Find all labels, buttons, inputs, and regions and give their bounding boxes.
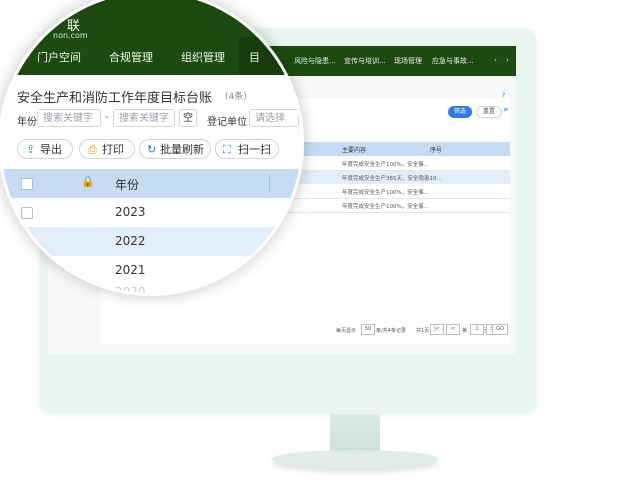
print-icon: ⎙ bbox=[88, 143, 97, 156]
column-header-index: 序号 bbox=[430, 147, 443, 154]
nav-prev-icon[interactable]: ‹ bbox=[494, 56, 497, 64]
column-header-year: 年份 bbox=[115, 178, 140, 192]
lock-icon: 🔒 bbox=[81, 175, 95, 188]
reset-button[interactable]: 重置 bbox=[476, 106, 502, 118]
scan-button[interactable]: ⛶ 扫一扫 bbox=[215, 139, 279, 159]
per-page-select[interactable]: 50 bbox=[361, 324, 375, 335]
go-button[interactable]: GO bbox=[492, 324, 508, 335]
table-row[interactable]: 2023 bbox=[1, 198, 301, 227]
expand-icon[interactable]: » bbox=[503, 105, 509, 115]
prev-page-button[interactable]: < bbox=[446, 324, 460, 335]
filter-button[interactable]: 筛选 bbox=[448, 106, 472, 118]
column-divider bbox=[269, 174, 270, 193]
year-filter-label: 年份 bbox=[17, 117, 37, 128]
row-year: 2023 bbox=[115, 205, 146, 219]
nav-next-icon[interactable]: › bbox=[506, 56, 509, 64]
clear-year-button[interactable]: 空 bbox=[179, 109, 197, 127]
monitor-base bbox=[272, 450, 438, 468]
help-icon[interactable]: ? bbox=[502, 92, 505, 99]
zoomed-table-header: 🔒 年份 bbox=[1, 169, 301, 198]
table-row[interactable]: 2021 bbox=[1, 256, 301, 285]
nav-item-organization[interactable]: 组织管理 bbox=[181, 49, 225, 65]
table-row[interactable]: 2022 bbox=[1, 227, 301, 256]
nav-item-compliance[interactable]: 合规管理 bbox=[109, 49, 153, 65]
nav-item-site[interactable]: 现场管理 bbox=[394, 56, 422, 66]
record-count: (4条) bbox=[225, 92, 247, 102]
unit-select[interactable]: 请选择 bbox=[249, 109, 299, 127]
export-icon: ⇪ bbox=[26, 143, 36, 156]
row-checkbox[interactable] bbox=[21, 207, 33, 219]
magnifier-lens: 联 non.com 门户空间 合规管理 组织管理 目 安全生产和消防工作年度目标… bbox=[0, 0, 304, 296]
column-header-content: 主要内容 bbox=[342, 147, 367, 154]
range-dash: - bbox=[105, 112, 109, 123]
print-button[interactable]: ⎙ 打印 bbox=[79, 139, 135, 159]
select-all-checkbox[interactable] bbox=[21, 178, 33, 190]
nav-item-target[interactable]: 目 bbox=[249, 49, 260, 65]
nav-item-portal[interactable]: 门户空间 bbox=[37, 49, 81, 65]
export-button[interactable]: ⇪ 导出 bbox=[17, 139, 73, 159]
year-from-input[interactable]: 搜索关键字 bbox=[37, 109, 101, 127]
batch-refresh-button[interactable]: ↻ 批量刷新 bbox=[139, 139, 211, 159]
logo-subtext: non.com bbox=[53, 31, 88, 40]
row-year: 2022 bbox=[115, 234, 146, 248]
unit-filter-label: 登记单位 bbox=[207, 117, 247, 128]
nav-item-training[interactable]: 宣传与培训... bbox=[344, 56, 386, 66]
scan-icon: ⛶ bbox=[223, 143, 231, 156]
zoomed-nav-bar: 联 non.com 门户空间 合规管理 组织管理 目 bbox=[1, 0, 301, 75]
refresh-icon: ↻ bbox=[147, 143, 157, 156]
first-page-button[interactable]: |< bbox=[430, 324, 444, 335]
row-year: 2021 bbox=[115, 263, 146, 277]
page-title: 安全生产和消防工作年度目标台账 bbox=[17, 91, 213, 106]
year-to-input[interactable]: 搜索关键字 bbox=[113, 109, 175, 127]
nav-item-emergency[interactable]: 应急与事故... bbox=[432, 56, 474, 66]
